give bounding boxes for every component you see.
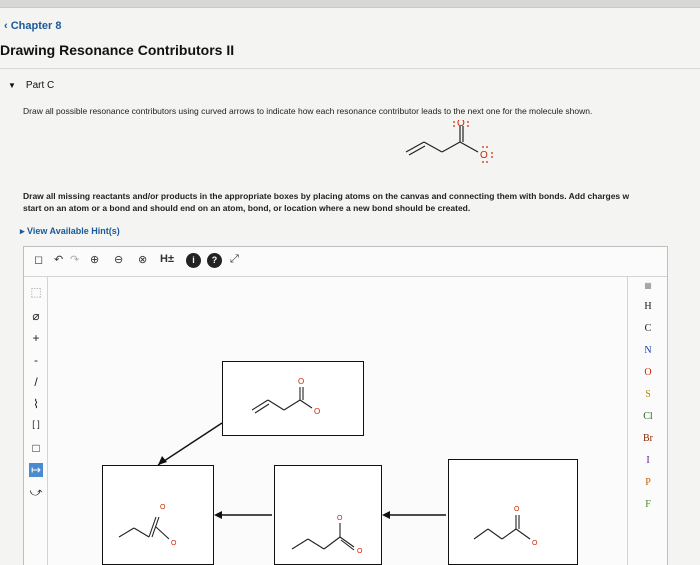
divider — [0, 68, 700, 69]
collapse-triangle-icon: ▼ — [8, 81, 16, 90]
oxygen-atom: O — [171, 540, 177, 547]
oxygen-atom: O — [314, 407, 320, 416]
oxygen-atom: O — [160, 504, 166, 511]
oxygen-atom: O — [337, 515, 343, 522]
oxygen-atom: O — [457, 120, 465, 129]
part-c-toggle[interactable]: ▼ Part C — [8, 80, 54, 91]
oxygen-atom: O — [514, 506, 520, 513]
oxygen-atom: O — [357, 548, 363, 555]
view-hints-link[interactable]: ▸ View Available Hint(s) — [20, 226, 120, 237]
molecule-editor[interactable]: ◻ ↶ ↷ ⊕ ⊖ ⊗ H± i ? ⤢ ⬚ ⌀ + - / ⌇ [ ] □ ↦… — [23, 246, 668, 565]
target-molecule: O O — [405, 120, 493, 163]
back-link-label: Chapter 8 — [10, 20, 62, 32]
drawing-instructions: Draw all missing reactants and/or produc… — [23, 190, 629, 214]
canvas-drawing: O O O O O O O O — [118, 377, 538, 555]
page-title: Drawing Resonance Contributors II — [0, 42, 235, 58]
back-link[interactable]: ‹ Chapter 8 — [4, 20, 61, 32]
drawing-instructions-line-1: Draw all missing reactants and/or produc… — [23, 191, 630, 201]
hint-label: View Available Hint(s) — [27, 226, 120, 236]
browser-top-strip — [0, 0, 700, 8]
drawing-instructions-line-2: start on an atom or a bond and should en… — [23, 203, 471, 213]
oxygen-atom: O — [298, 377, 304, 386]
instruction-text: Draw all possible resonance contributors… — [23, 106, 593, 116]
oxygen-atom: O — [480, 150, 488, 161]
part-label: Part C — [25, 80, 55, 91]
oxygen-atom: O — [532, 540, 538, 547]
